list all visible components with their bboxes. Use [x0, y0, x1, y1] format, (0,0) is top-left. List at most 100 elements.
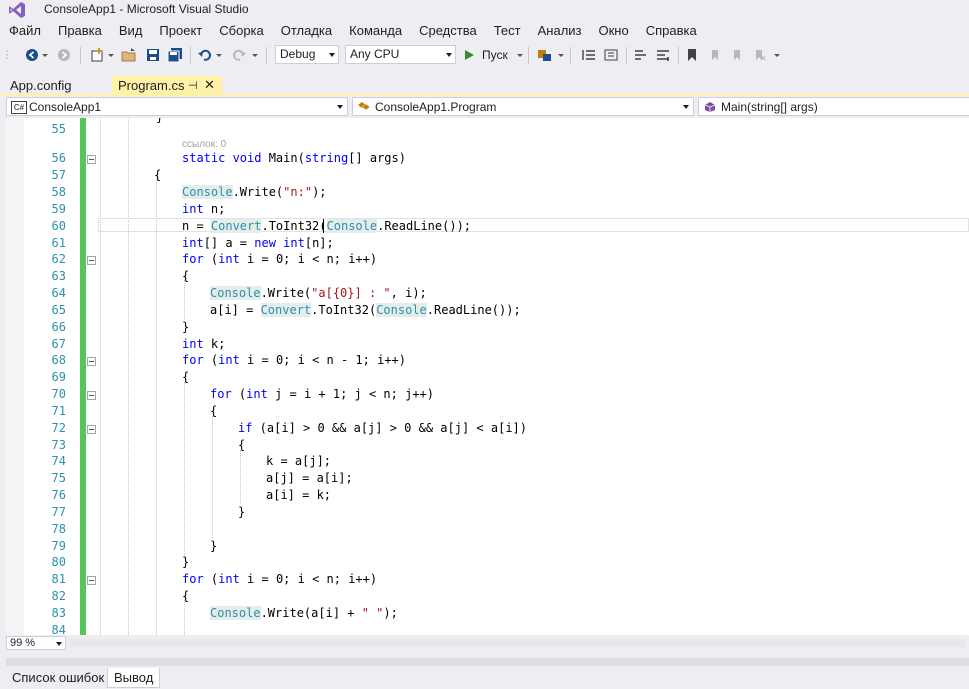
line-number: 84 [51, 623, 66, 635]
clear-bookmarks-icon[interactable] [750, 46, 768, 64]
code-line-61: int[] a = new int[n]; [182, 236, 334, 250]
toolbar-separator [678, 47, 679, 64]
tab-app-config[interactable]: App.config [0, 76, 110, 96]
code-line-57: { [154, 168, 162, 182]
navigate-forward-icon[interactable] [56, 46, 72, 64]
member-select[interactable]: Main(string[] args) [698, 97, 969, 116]
menu-project[interactable]: Проект [150, 20, 210, 41]
code-line-79: } [210, 539, 218, 553]
menu-help[interactable]: Справка [637, 20, 705, 41]
code-line-62: for (int i = 0; i < n; i++) [182, 252, 378, 266]
undo-dropdown-icon[interactable] [214, 46, 222, 64]
new-project-icon[interactable] [88, 46, 106, 64]
browser-link-dropdown-icon[interactable] [556, 46, 564, 64]
menu-window[interactable]: Окно [590, 20, 637, 41]
menu-view[interactable]: Вид [110, 20, 151, 41]
code-line-70: for (int j = i + 1; j < n; j++) [210, 387, 434, 401]
redo-icon[interactable] [230, 46, 248, 64]
collapse-region-icon[interactable] [87, 256, 96, 265]
solution-configuration-select[interactable]: Debug [275, 45, 339, 64]
line-number: 73 [51, 438, 66, 452]
collapse-region-icon[interactable] [87, 391, 96, 400]
redo-dropdown-icon[interactable] [250, 46, 258, 64]
toolbar-separator [528, 47, 529, 64]
code-line-76: a[i] = k; [266, 488, 332, 502]
toolbar-separator [570, 47, 571, 64]
type-select[interactable]: ConsoleApp1.Program [352, 97, 694, 116]
line-number: 81 [51, 572, 66, 586]
line-number: 63 [51, 269, 66, 283]
window-title: ConsoleApp1 - Microsoft Visual Studio [44, 2, 249, 16]
indent-guide [156, 178, 157, 635]
text-caret [323, 219, 324, 233]
project-value: ConsoleApp1 [29, 100, 102, 114]
code-line-72: if (a[i] > 0 && a[j] > 0 && a[j] < a[i]) [238, 421, 527, 435]
title-bar: ConsoleApp1 - Microsoft Visual Studio [0, 0, 969, 20]
indent-guide [184, 600, 185, 635]
previous-bookmark-icon[interactable] [706, 46, 724, 64]
line-number: 83 [51, 606, 66, 620]
undo-icon[interactable] [196, 46, 214, 64]
collapse-region-icon[interactable] [87, 425, 96, 434]
toolbar-overflow-icon[interactable] [772, 46, 780, 64]
save-icon[interactable] [144, 46, 162, 64]
line-number: 59 [51, 202, 66, 216]
editor-navigation-bar: C# ConsoleApp1 ConsoleApp1.Program Main(… [0, 96, 969, 117]
horizontal-scrollbar[interactable] [70, 639, 965, 647]
uncomment-lines-icon[interactable] [654, 46, 672, 64]
start-dropdown-icon[interactable] [515, 46, 523, 64]
indent-guide [240, 450, 241, 504]
navigate-back-icon[interactable] [24, 46, 40, 64]
code-line-66: } [182, 320, 190, 334]
line-number: 55 [51, 122, 66, 136]
toolbar-separator [190, 47, 191, 64]
solution-platform-select[interactable]: Any CPU [345, 45, 456, 64]
menu-team[interactable]: Команда [340, 20, 410, 41]
save-all-icon[interactable] [166, 46, 184, 64]
code-line-59: int n; [182, 202, 226, 216]
tab-output[interactable]: Вывод [107, 668, 161, 688]
menu-test[interactable]: Тест [485, 20, 529, 41]
new-project-dropdown-icon[interactable] [106, 46, 114, 64]
project-select[interactable]: C# ConsoleApp1 [6, 97, 348, 116]
comment-lines-icon[interactable] [632, 46, 650, 64]
play-icon [465, 50, 474, 60]
tab-label: Список ошибок [12, 670, 105, 685]
toolbar-grip-icon: ⋮ [2, 49, 12, 61]
collapse-region-icon[interactable] [87, 155, 96, 164]
code-line-65: a[i] = Convert.ToInt32(Console.ReadLine(… [210, 303, 521, 317]
menu-debug[interactable]: Отладка [272, 20, 340, 41]
menu-analyze[interactable]: Анализ [529, 20, 590, 41]
menu-tools[interactable]: Средства [410, 20, 485, 41]
open-file-icon[interactable] [120, 46, 138, 64]
pin-icon[interactable]: ⊣ [188, 79, 198, 92]
line-number: 65 [51, 303, 66, 317]
start-debugging-button[interactable]: Пуск [463, 46, 523, 64]
close-icon[interactable]: ✕ [204, 77, 215, 93]
code-line-74: k = a[j]; [266, 454, 332, 468]
line-number: 62 [51, 252, 66, 266]
line-number: 71 [51, 404, 66, 418]
code-line-67: int k; [182, 337, 226, 351]
solution-explorer-sync-icon[interactable] [602, 46, 620, 64]
bookmark-icon[interactable] [684, 46, 700, 64]
browser-link-icon[interactable] [536, 46, 554, 64]
menu-build[interactable]: Сборка [210, 20, 272, 41]
navigate-back-dropdown-icon[interactable] [40, 46, 48, 64]
solution-configuration-value: Debug [280, 47, 316, 61]
next-bookmark-icon[interactable] [728, 46, 746, 64]
tab-program-cs[interactable]: Program.cs ⊣ ✕ [112, 76, 222, 96]
zoom-select[interactable]: 99 % [6, 636, 66, 650]
visual-studio-logo-icon [9, 2, 25, 18]
tab-label: Program.cs [118, 78, 185, 93]
menu-file[interactable]: Файл [0, 20, 49, 41]
line-number: 70 [51, 387, 66, 401]
codelens-references[interactable]: ссылок: 0 [182, 139, 226, 150]
tab-error-list[interactable]: Список ошибок [6, 668, 110, 688]
collapse-region-icon[interactable] [87, 576, 96, 585]
step-into-icon[interactable] [580, 46, 598, 64]
line-number: 58 [51, 185, 66, 199]
menu-edit[interactable]: Правка [49, 20, 110, 41]
collapse-region-icon[interactable] [87, 357, 96, 366]
code-editor[interactable]: 55 56 57 58 59 60 61 62 63 64 65 66 67 6… [6, 118, 969, 635]
